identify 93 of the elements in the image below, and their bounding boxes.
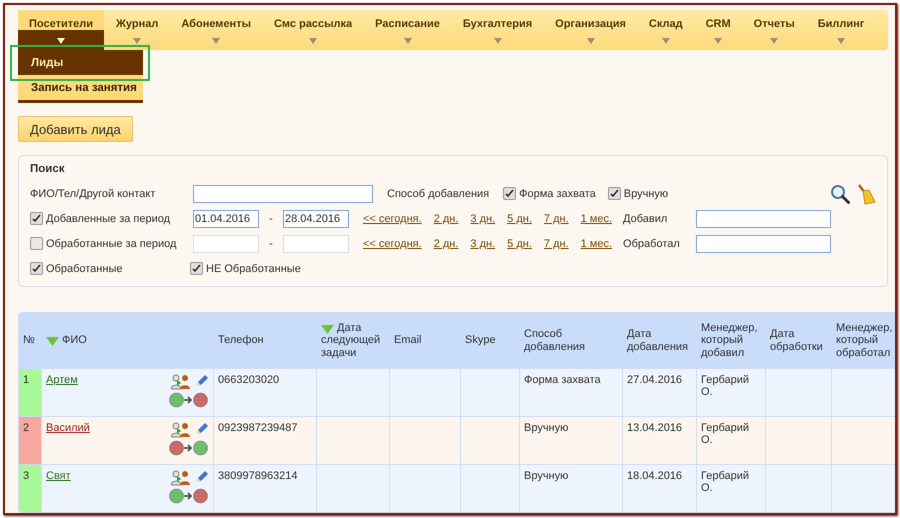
period-link[interactable]: 2 дн. [434, 212, 458, 224]
manager-cell: Гербарий О. [697, 465, 765, 512]
checkbox[interactable] [30, 262, 43, 275]
caret-icon [494, 38, 502, 44]
field-label: Добавил [623, 212, 668, 224]
menu-item[interactable]: Биллинг [806, 10, 876, 50]
dropdown-item[interactable]: Лиды [18, 50, 143, 75]
row-number-cell: 1 [19, 369, 41, 416]
caret-icon [212, 38, 220, 44]
add-lead-button[interactable]: Добавить лида [18, 116, 133, 142]
field-label: Способ добавления [387, 188, 490, 200]
caret-icon [404, 38, 412, 44]
pencil-icon[interactable] [195, 470, 209, 484]
search-title: Поиск [30, 163, 66, 175]
people-icon[interactable] [171, 374, 191, 390]
checkbox[interactable] [608, 187, 621, 200]
menu-item[interactable]: Отчеты [742, 10, 806, 50]
period-link[interactable]: 5 дн. [507, 238, 532, 250]
manager-cell: Гербарий О. [697, 369, 765, 416]
status-switch-icon[interactable] [169, 440, 209, 456]
menu-item[interactable]: Посетители [18, 10, 104, 50]
row-number-cell: 3 [19, 465, 41, 512]
checkbox[interactable] [30, 212, 43, 225]
caret-icon [133, 38, 142, 44]
phone-cell: 0663203020 [214, 369, 316, 416]
broom-icon[interactable] [856, 182, 876, 204]
caret-icon [714, 38, 722, 44]
people-icon[interactable] [171, 422, 191, 438]
method-cell: Форма захвата [520, 369, 622, 416]
search-icon[interactable] [830, 184, 850, 204]
date-to-field[interactable] [283, 234, 349, 252]
period-link[interactable]: 7 дн. [544, 238, 569, 250]
status-switch-icon[interactable] [169, 488, 209, 504]
date-from-field[interactable] [193, 234, 259, 252]
date-to-field[interactable]: 28.04.2016 [283, 210, 349, 228]
dash-text: - [268, 212, 274, 224]
period-link[interactable]: 1 мес. [580, 238, 612, 250]
menu-item[interactable]: CRM [694, 10, 742, 50]
date-from-field[interactable]: 01.04.2016 [193, 210, 259, 228]
menu-item[interactable]: Журнал [104, 10, 170, 50]
caret-icon [309, 38, 318, 44]
period-link[interactable]: 5 дн. [507, 212, 532, 224]
caret-icon [770, 38, 778, 44]
checkbox[interactable] [30, 237, 43, 250]
menu-item[interactable]: Абонементы [170, 10, 262, 50]
person-field[interactable] [696, 210, 832, 228]
checkbox-label: Обработанные [46, 262, 122, 274]
pencil-icon[interactable] [195, 422, 209, 436]
caret-icon [56, 38, 65, 44]
lead-name-link[interactable]: Василий [46, 422, 167, 434]
checkbox[interactable] [190, 262, 203, 275]
menu-item[interactable]: Смс рассылка [262, 10, 364, 50]
pencil-icon[interactable] [195, 374, 209, 388]
method-cell: Вручную [520, 417, 622, 464]
period-link[interactable]: << сегодня. [363, 238, 422, 250]
person-field[interactable] [696, 234, 832, 252]
lead-name-link[interactable]: Свят [46, 470, 167, 482]
date-cell: 18.04.2016 [623, 465, 696, 512]
checkbox-label: Форма захвата [519, 188, 596, 200]
checkbox-label: Добавленные за период [46, 212, 170, 224]
row-number-cell: 2 [19, 417, 41, 464]
caret-icon [662, 38, 670, 44]
field-label: ФИО/Тел/Другой контакт [30, 188, 156, 200]
caret-icon [837, 38, 846, 44]
checkbox-label: Обработанные за период [46, 238, 176, 250]
menu-item[interactable]: Бухгалтерия [452, 10, 544, 50]
menu-item[interactable]: Организация [544, 10, 637, 50]
phone-cell: 3809978963214 [214, 465, 316, 512]
period-link[interactable]: 3 дн. [470, 238, 496, 250]
menu-item[interactable]: Склад [638, 10, 694, 50]
manager-cell: Гербарий О. [697, 417, 765, 464]
method-cell: Вручную [520, 465, 622, 512]
period-link[interactable]: << сегодня. [363, 212, 422, 224]
checkbox-label: Вручную [624, 188, 668, 200]
column-header[interactable]: № [23, 334, 37, 347]
period-link[interactable]: 7 дн. [544, 212, 569, 224]
date-cell: 27.04.2016 [623, 369, 696, 416]
period-link[interactable]: 1 мес. [580, 212, 612, 224]
caret-icon [586, 38, 595, 44]
period-link[interactable]: 3 дн. [470, 212, 496, 224]
checkbox[interactable] [503, 187, 516, 200]
lead-name-link[interactable]: Артем [46, 374, 167, 386]
menu-item[interactable]: Расписание [364, 10, 451, 50]
date-cell: 13.04.2016 [623, 417, 696, 464]
people-icon[interactable] [171, 470, 191, 486]
period-link[interactable]: 2 дн. [434, 238, 458, 250]
phone-cell: 0923987239487 [214, 417, 316, 464]
dropdown-item[interactable]: Запись на занятия [18, 75, 143, 100]
checkbox-label: НЕ Обработанные [206, 262, 301, 274]
contact-field[interactable] [193, 184, 373, 202]
dash-text: - [268, 238, 274, 250]
field-label: Обработал [623, 238, 681, 250]
status-switch-icon[interactable] [169, 392, 209, 408]
